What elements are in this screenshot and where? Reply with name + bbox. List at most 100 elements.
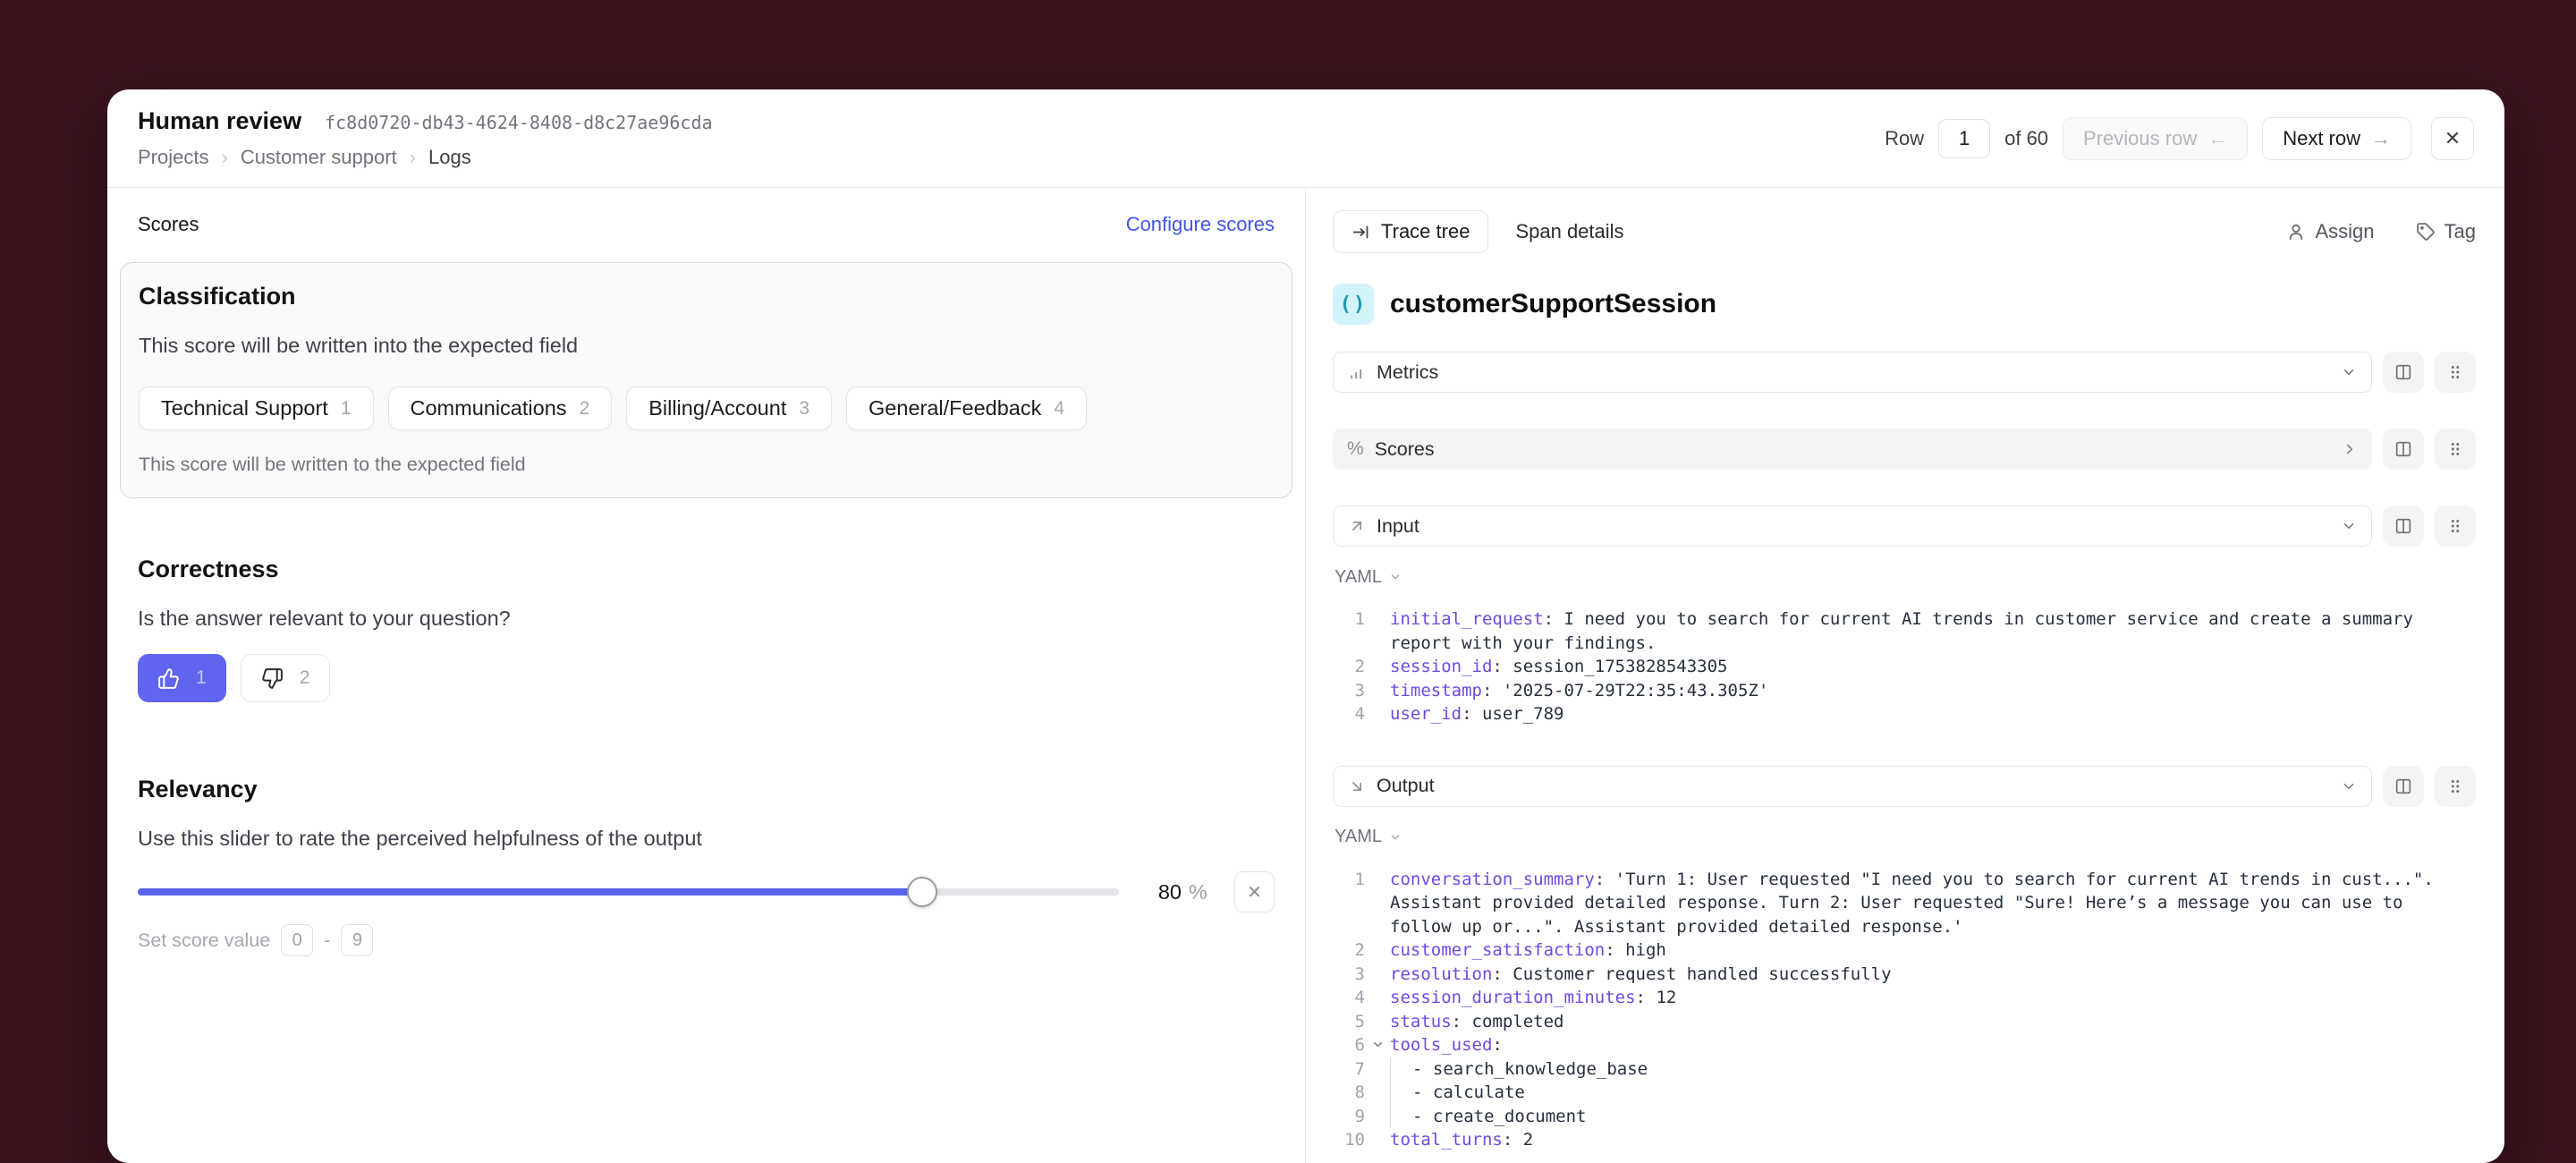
breadcrumb-item[interactable]: Projects	[138, 146, 208, 169]
chevron-down-icon	[1389, 831, 1402, 844]
relevancy-value-number: 80	[1158, 880, 1182, 904]
scores-row[interactable]: % Scores	[1333, 429, 2372, 470]
code-line: 3 resolution: Customer request handled su…	[1333, 963, 2476, 987]
indent-guide	[1390, 1105, 1412, 1129]
relevancy-clear-button[interactable]: ✕	[1234, 871, 1275, 913]
yaml-key: total_turns	[1390, 1130, 1503, 1150]
span-title-row: () customerSupportSession	[1333, 284, 2476, 325]
span-name: customerSupportSession	[1390, 289, 1716, 319]
tag-button[interactable]: Tag	[2416, 220, 2476, 243]
line-number: 2	[1333, 938, 1365, 963]
code-line: 3timestamp: '2025-07-29T22:35:43.305Z'	[1333, 679, 2476, 703]
input-row[interactable]: Input	[1333, 505, 2372, 547]
modal-body: Scores Configure scores Classification T…	[107, 189, 2504, 1163]
output-label: Output	[1377, 775, 1435, 797]
chevron-down-icon[interactable]	[2341, 518, 2357, 534]
yaml-key: user_id	[1390, 704, 1462, 724]
code-text: resolution: Customer request handled suc…	[1390, 963, 1892, 987]
line-number: 1	[1333, 868, 1365, 939]
gutter	[1365, 1010, 1390, 1034]
code-text: initial_request: I need you to search fo…	[1390, 607, 2450, 655]
line-number: 2	[1333, 655, 1365, 679]
metrics-row[interactable]: Metrics	[1333, 352, 2372, 393]
classification-option-button[interactable]: Technical Support1	[139, 386, 374, 430]
correctness-buttons: 1 2	[138, 654, 1275, 702]
output-section: Output YAML 1conversat	[1333, 766, 2476, 1152]
previous-row-button[interactable]: Previous row ←	[2063, 117, 2248, 160]
classification-description: This score will be written into the expe…	[139, 334, 1270, 358]
code-line: 5status: completed	[1333, 1010, 2476, 1034]
thumbs-up-shortcut: 1	[196, 667, 207, 689]
classification-options: Technical Support1 Communications2 Billing…	[139, 386, 1270, 430]
previous-row-label: Previous row	[2083, 127, 2197, 150]
input-columns-button[interactable]	[2383, 505, 2424, 547]
thumbs-down-shortcut: 2	[300, 667, 310, 689]
scores-label: Scores	[1375, 438, 1435, 461]
metrics-columns-button[interactable]	[2383, 352, 2424, 393]
next-row-label: Next row	[2283, 127, 2360, 150]
yaml-value: user_789	[1472, 704, 1564, 724]
row-number-input[interactable]	[1938, 119, 1990, 158]
output-format-dropdown[interactable]: YAML	[1335, 827, 2476, 848]
yaml-key: resolution	[1390, 964, 1492, 984]
line-number: 3	[1333, 963, 1365, 987]
classification-footnote: This score will be written to the expect…	[139, 454, 1270, 476]
yaml-punctuation: :	[1492, 964, 1502, 984]
thumbs-down-button[interactable]: 2	[241, 654, 331, 702]
classification-option-button[interactable]: Communications2	[388, 386, 613, 430]
input-drag-handle[interactable]	[2435, 505, 2476, 547]
assign-button[interactable]: Assign	[2286, 220, 2374, 243]
arrow-up-right-icon	[1348, 517, 1366, 535]
code-text: conversation_summary: 'Turn 1: User requ…	[1390, 868, 2450, 939]
next-row-button[interactable]: Next row →	[2262, 117, 2411, 160]
thumbs-up-button[interactable]: 1	[138, 654, 226, 702]
relevancy-range-separator: -	[324, 930, 330, 952]
close-button[interactable]: ✕	[2431, 117, 2474, 160]
yaml-punctuation: :	[1492, 657, 1502, 676]
output-columns-button[interactable]	[2383, 766, 2424, 807]
output-row[interactable]: Output	[1333, 766, 2372, 807]
chevron-down-icon[interactable]	[2341, 364, 2357, 380]
breadcrumb-item[interactable]: Logs	[428, 146, 471, 169]
code-text: - search_knowledge_base	[1390, 1057, 1648, 1082]
relevancy-slider-track[interactable]	[138, 888, 1119, 896]
scores-columns-button[interactable]	[2383, 429, 2424, 470]
input-code-block: 1 initial_request: I need you to search f…	[1333, 607, 2476, 726]
input-section: Input YAML 1initial_re	[1333, 505, 2476, 726]
output-drag-handle[interactable]	[2435, 766, 2476, 807]
classification-option-button[interactable]: Billing/Account3	[626, 386, 832, 430]
input-format-label: YAML	[1335, 567, 1382, 588]
details-toolbar: Trace tree Span details Assign Tag	[1333, 210, 2476, 253]
tab-trace-tree[interactable]: Trace tree	[1333, 210, 1488, 253]
yaml-punctuation: :	[1595, 870, 1605, 889]
tab-span-details[interactable]: Span details	[1515, 220, 1623, 243]
scores-drag-handle[interactable]	[2435, 429, 2476, 470]
configure-scores-link[interactable]: Configure scores	[1126, 213, 1275, 236]
breadcrumb-item[interactable]: Customer support	[241, 146, 397, 169]
tag-icon	[2416, 222, 2436, 242]
relevancy-max-kbd: 9	[341, 924, 373, 956]
yaml-key: timestamp	[1390, 681, 1482, 700]
collapse-toggle[interactable]	[1365, 1033, 1390, 1057]
input-format-dropdown[interactable]: YAML	[1335, 566, 2476, 588]
breadcrumb: Projects›Customer support›Logs	[138, 146, 713, 169]
line-number: 4	[1333, 986, 1365, 1010]
relevancy-slider-row: 80 % ✕	[138, 876, 1275, 908]
metrics-section: Metrics	[1333, 352, 2476, 393]
metrics-drag-handle[interactable]	[2435, 352, 2476, 393]
row-navigation: Row of 60 Previous row ← Next row → ✕	[1885, 117, 2474, 160]
relevancy-slider-fill	[138, 888, 922, 896]
option-label: Technical Support	[161, 396, 328, 420]
chevron-down-icon[interactable]	[2341, 778, 2357, 794]
classification-option-button[interactable]: General/Feedback4	[846, 386, 1087, 430]
chevron-right-icon[interactable]	[2342, 441, 2358, 457]
gutter	[1365, 963, 1390, 987]
grip-icon	[2445, 439, 2465, 459]
trace-tree-icon	[1352, 223, 1370, 242]
yaml-key: customer_satisfaction	[1390, 940, 1605, 960]
line-number: 1	[1333, 607, 1365, 655]
relevancy-description: Use this slider to rate the perceived he…	[138, 827, 1275, 851]
gutter	[1365, 1057, 1390, 1082]
relevancy-slider-handle[interactable]	[907, 877, 937, 907]
gutter	[1365, 655, 1390, 679]
